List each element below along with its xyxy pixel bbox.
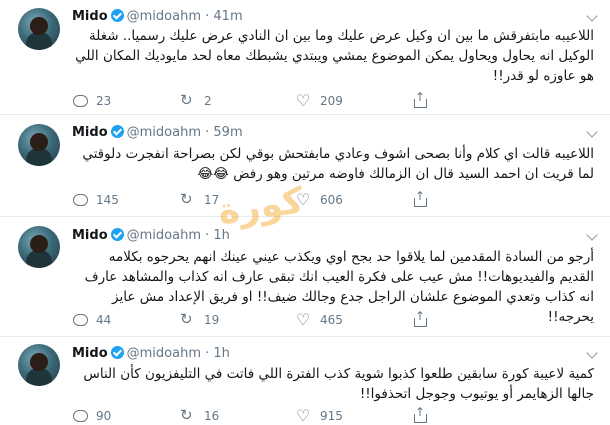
reply-button[interactable]: 44 — [72, 311, 111, 329]
reply-count: 145 — [96, 193, 119, 207]
share-icon — [412, 405, 428, 423]
like-count: 465 — [320, 313, 343, 327]
retweet-icon — [180, 310, 196, 328]
retweet-button[interactable]: 19 — [180, 310, 220, 329]
share-icon — [412, 189, 428, 207]
verified-badge-icon — [110, 125, 124, 138]
like-count: 606 — [320, 193, 343, 207]
tweet-feed: Mido @midoahm · 41m اللاعيبه مابتفرقش ما … — [0, 0, 610, 425]
tweet-time[interactable]: 1h — [213, 346, 230, 361]
retweet-count: 2 — [204, 94, 212, 108]
like-button[interactable]: 915 — [296, 406, 343, 425]
author-handle[interactable]: @midoahm — [127, 228, 201, 243]
verified-badge-icon — [110, 346, 124, 359]
reply-icon — [72, 313, 88, 327]
author-name[interactable]: Mido — [72, 228, 108, 243]
tweet-actions: 145 17 606 — [72, 189, 502, 209]
avatar[interactable] — [18, 344, 60, 386]
reply-count: 90 — [96, 409, 112, 423]
chevron-down-icon[interactable] — [586, 347, 598, 359]
author-handle[interactable]: @midoahm — [127, 9, 201, 24]
share-button[interactable] — [412, 405, 428, 425]
tweet-header: Mido @midoahm · 41m — [72, 9, 243, 24]
tweet-actions: 44 19 465 — [72, 309, 502, 329]
retweet-button[interactable]: 16 — [180, 406, 220, 425]
share-button[interactable] — [412, 90, 428, 110]
tweet-text: كمية لاعيبة كورة سابقين طلعوا كذبوا شوية… — [83, 366, 594, 402]
tweet-time[interactable]: 59m — [213, 125, 242, 140]
tweet-header: Mido @midoahm · 1h — [72, 346, 230, 361]
tweet-header: Mido @midoahm · 59m — [72, 125, 243, 140]
retweet-button[interactable]: 17 — [180, 190, 220, 209]
share-button[interactable] — [412, 309, 428, 329]
like-button[interactable]: 606 — [296, 190, 343, 209]
retweet-count: 17 — [204, 193, 220, 207]
like-button[interactable]: 209 — [296, 91, 343, 110]
like-count: 915 — [320, 409, 343, 423]
heart-icon — [296, 406, 312, 425]
tweet-header: Mido @midoahm · 1h — [72, 228, 230, 243]
retweet-icon — [180, 91, 196, 109]
author-name[interactable]: Mido — [72, 346, 108, 361]
avatar[interactable] — [18, 226, 60, 268]
tweet[interactable]: Mido @midoahm · 1h أرجو من السادة المقدمي… — [0, 217, 610, 337]
retweet-count: 19 — [204, 313, 220, 327]
tweet-actions: 90 16 915 — [72, 405, 502, 425]
chevron-down-icon[interactable] — [586, 126, 598, 138]
retweet-count: 16 — [204, 409, 220, 423]
chevron-down-icon[interactable] — [586, 229, 598, 241]
avatar[interactable] — [18, 124, 60, 166]
retweet-icon — [180, 406, 196, 424]
share-button[interactable] — [412, 189, 428, 209]
like-count: 209 — [320, 94, 343, 108]
author-name[interactable]: Mido — [72, 9, 108, 24]
reply-count: 23 — [96, 94, 112, 108]
retweet-icon — [180, 190, 196, 208]
reply-icon — [72, 409, 88, 423]
tweet-time[interactable]: 1h — [213, 228, 230, 243]
share-icon — [412, 90, 428, 108]
heart-icon — [296, 190, 312, 209]
author-handle[interactable]: @midoahm — [127, 125, 201, 140]
tweet-text: اللاعيبه مابتفرقش ما بين ان وكيل عرض علي… — [75, 28, 594, 84]
chevron-down-icon[interactable] — [586, 10, 598, 22]
author-handle[interactable]: @midoahm — [127, 346, 201, 361]
reply-button[interactable]: 145 — [72, 191, 119, 209]
verified-badge-icon — [110, 228, 124, 241]
retweet-button[interactable]: 2 — [180, 91, 212, 110]
heart-icon — [296, 91, 312, 110]
tweet-time[interactable]: 41m — [213, 9, 242, 24]
tweet-text: اللاعيبه قالت اي كلام وأنا بصحى اشوف وعا… — [82, 146, 594, 182]
reply-button[interactable]: 90 — [72, 407, 111, 425]
reply-icon — [72, 193, 88, 207]
tweet[interactable]: Mido @midoahm · 59m اللاعيبه قالت اي كلام… — [0, 115, 610, 217]
avatar[interactable] — [18, 8, 60, 50]
reply-button[interactable]: 23 — [72, 92, 111, 110]
share-icon — [412, 309, 428, 327]
reply-count: 44 — [96, 313, 112, 327]
verified-badge-icon — [110, 9, 124, 22]
heart-icon — [296, 310, 312, 329]
like-button[interactable]: 465 — [296, 310, 343, 329]
reply-icon — [72, 94, 88, 108]
author-name[interactable]: Mido — [72, 125, 108, 140]
tweet[interactable]: Mido @midoahm · 1h كمية لاعيبة كورة سابقي… — [0, 337, 610, 425]
tweet-actions: 23 2 209 — [72, 90, 502, 110]
tweet[interactable]: Mido @midoahm · 41m اللاعيبه مابتفرقش ما … — [0, 0, 610, 115]
